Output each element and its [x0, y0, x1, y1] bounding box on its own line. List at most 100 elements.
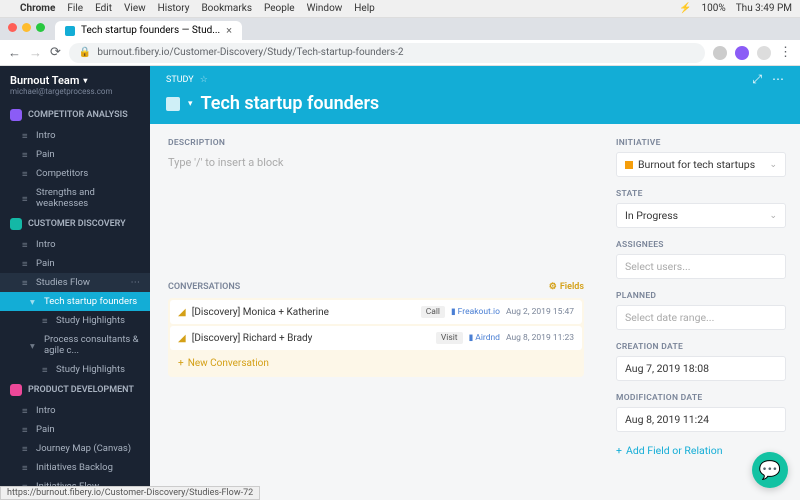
- more-icon[interactable]: ⋯: [772, 72, 784, 87]
- state-select[interactable]: In Progress ⌄: [616, 203, 786, 228]
- breadcrumb[interactable]: STUDY: [166, 75, 194, 85]
- sidebar-section-header[interactable]: PRODUCT DEVELOPMENT: [0, 379, 150, 401]
- sidebar-item-label: Study Highlights: [56, 315, 125, 326]
- item-icon: ▾: [30, 297, 39, 306]
- planned-date-range[interactable]: Select date range...: [616, 305, 786, 330]
- sidebar-item[interactable]: ≡Pain: [0, 145, 150, 164]
- plus-icon: +: [616, 444, 622, 457]
- section-label: CUSTOMER DISCOVERY: [28, 219, 126, 229]
- modification-date-label: MODIFICATION DATE: [616, 393, 786, 403]
- description-label: DESCRIPTION: [168, 138, 584, 148]
- sidebar-item[interactable]: ≡Study Highlights: [0, 311, 150, 330]
- window-maximize-icon[interactable]: [36, 23, 45, 32]
- conversation-type-badge: Visit: [436, 332, 463, 344]
- new-conversation-button[interactable]: + New Conversation: [170, 352, 582, 375]
- sidebar-item-label: Intro: [36, 239, 55, 250]
- sidebar-item[interactable]: ≡Intro: [0, 235, 150, 254]
- sidebar-item-label: Pain: [36, 149, 55, 160]
- sidebar-item[interactable]: ≡Intro: [0, 401, 150, 420]
- tab-close-icon[interactable]: ×: [226, 24, 232, 37]
- back-button[interactable]: ←: [8, 45, 21, 61]
- mac-menu-bookmarks[interactable]: Bookmarks: [201, 3, 252, 14]
- reload-button[interactable]: ⟳: [50, 45, 61, 60]
- sidebar-item[interactable]: ≡Intro: [0, 126, 150, 145]
- conversation-title: [Discovery] Richard + Brady: [192, 333, 430, 344]
- sidebar-sections: COMPETITOR ANALYSIS≡Intro≡Pain≡Competito…: [0, 104, 150, 500]
- mac-menu-help[interactable]: Help: [354, 3, 374, 14]
- conversation-title: [Discovery] Monica + Katherine: [192, 307, 415, 318]
- section-label: COMPETITOR ANALYSIS: [28, 110, 128, 120]
- conversation-date: Aug 8, 2019 11:23: [506, 333, 574, 343]
- mac-menu-edit[interactable]: Edit: [95, 3, 112, 14]
- clock[interactable]: Thu 3:49 PM: [736, 3, 792, 14]
- chrome-menu-icon[interactable]: ⋮: [779, 45, 792, 60]
- planned-label: PLANNED: [616, 291, 786, 301]
- conversation-list: ◢ [Discovery] Monica + Katherine Call ▮F…: [168, 298, 584, 377]
- more-icon[interactable]: ⋯: [131, 277, 141, 288]
- initiative-select[interactable]: Burnout for tech startups ⌄: [616, 152, 786, 177]
- section-label: PRODUCT DEVELOPMENT: [28, 385, 134, 395]
- mac-app-name[interactable]: Chrome: [20, 3, 55, 14]
- modification-date-value: Aug 8, 2019 11:24: [616, 407, 786, 432]
- item-icon: ≡: [22, 425, 31, 434]
- extension-icon[interactable]: [735, 46, 749, 60]
- window-close-icon[interactable]: [8, 23, 17, 32]
- sidebar-section-header[interactable]: CUSTOMER DISCOVERY: [0, 213, 150, 235]
- battery-text: 100%: [702, 3, 726, 14]
- flag-icon: ▮: [469, 333, 474, 343]
- conversations-label: CONVERSATIONS: [168, 282, 240, 292]
- conversation-row[interactable]: ◢ [Discovery] Monica + Katherine Call ▮F…: [170, 300, 582, 324]
- sidebar-item[interactable]: ≡Pain: [0, 254, 150, 273]
- tab-title: Tech startup founders — Stud...: [81, 25, 220, 36]
- conversation-company: ▮Freakout.io: [451, 307, 500, 317]
- item-icon: ≡: [22, 169, 31, 178]
- sidebar-item-label: Intro: [36, 130, 55, 141]
- fields-toggle[interactable]: ⚙ Fields: [549, 282, 584, 292]
- page-header: STUDY ☆ ⤢ ⋯ ▾ Tech startup founders: [150, 66, 800, 124]
- mac-menu-file[interactable]: File: [67, 3, 83, 14]
- sidebar-item[interactable]: ≡ Competitors: [0, 164, 150, 183]
- team-switcher[interactable]: Burnout Team ▾ michael@targetprocess.com: [0, 66, 150, 104]
- sidebar-section-header[interactable]: COMPETITOR ANALYSIS: [0, 104, 150, 126]
- sidebar-item[interactable]: ▾ Process consultants & agile c...: [0, 330, 150, 360]
- conversation-row[interactable]: ◢ [Discovery] Richard + Brady Visit ▮Air…: [170, 326, 582, 350]
- item-icon: ≡: [42, 365, 51, 374]
- window-minimize-icon[interactable]: [22, 23, 31, 32]
- sidebar-item[interactable]: ≡ Pain: [0, 420, 150, 439]
- mac-menubar: Chrome File Edit View History Bookmarks …: [0, 0, 800, 18]
- sidebar-item[interactable]: ≡Study Highlights: [0, 360, 150, 379]
- chevron-down-icon: ⌄: [769, 211, 777, 221]
- sidebar-item[interactable]: ≡Studies Flow⋯: [0, 273, 150, 292]
- expand-icon[interactable]: ⤢: [752, 72, 762, 87]
- assignees-select[interactable]: Select users...: [616, 254, 786, 279]
- sidebar-item-label: Pain: [36, 424, 55, 435]
- page-title[interactable]: Tech startup founders: [201, 93, 380, 114]
- star-icon[interactable]: ☆: [200, 75, 208, 85]
- wifi-icon[interactable]: ⚡: [679, 3, 691, 14]
- sidebar-item[interactable]: ≡Initiatives Backlog: [0, 458, 150, 477]
- mac-menu-window[interactable]: Window: [307, 3, 343, 14]
- description-editor[interactable]: Type '/' to insert a block: [168, 152, 584, 272]
- mac-menu-people[interactable]: People: [264, 3, 295, 14]
- item-icon: ▾: [30, 341, 39, 350]
- sidebar-item-label: Studies Flow: [36, 277, 90, 288]
- item-icon: ≡: [22, 406, 31, 415]
- initiative-label: INITIATIVE: [616, 138, 786, 148]
- creation-date-label: CREATION DATE: [616, 342, 786, 352]
- mac-menu-view[interactable]: View: [124, 3, 146, 14]
- sidebar-item[interactable]: ≡Journey Map (Canvas): [0, 439, 150, 458]
- mac-menu-history[interactable]: History: [158, 3, 190, 14]
- sidebar-item-label: Initiatives Backlog: [36, 462, 113, 473]
- sidebar-item-label: Process consultants & agile c...: [44, 334, 140, 356]
- chevron-down-icon: ⌄: [769, 160, 777, 170]
- conversation-marker-icon: ◢: [178, 333, 186, 344]
- url-bar[interactable]: 🔒 burnout.fibery.io/Customer-Discovery/S…: [69, 43, 705, 63]
- profile-avatar-icon[interactable]: [757, 46, 771, 60]
- sidebar-item[interactable]: ▾Tech startup founders: [0, 292, 150, 311]
- browser-tab[interactable]: Tech startup founders — Stud... ×: [55, 21, 242, 40]
- extension-icon[interactable]: [713, 46, 727, 60]
- sidebar-item[interactable]: ≡Strengths and weaknesses: [0, 183, 150, 213]
- intercom-launcher[interactable]: 💬: [752, 452, 788, 488]
- sidebar-item-label: Competitors: [36, 168, 88, 179]
- chevron-down-icon[interactable]: ▾: [188, 99, 193, 109]
